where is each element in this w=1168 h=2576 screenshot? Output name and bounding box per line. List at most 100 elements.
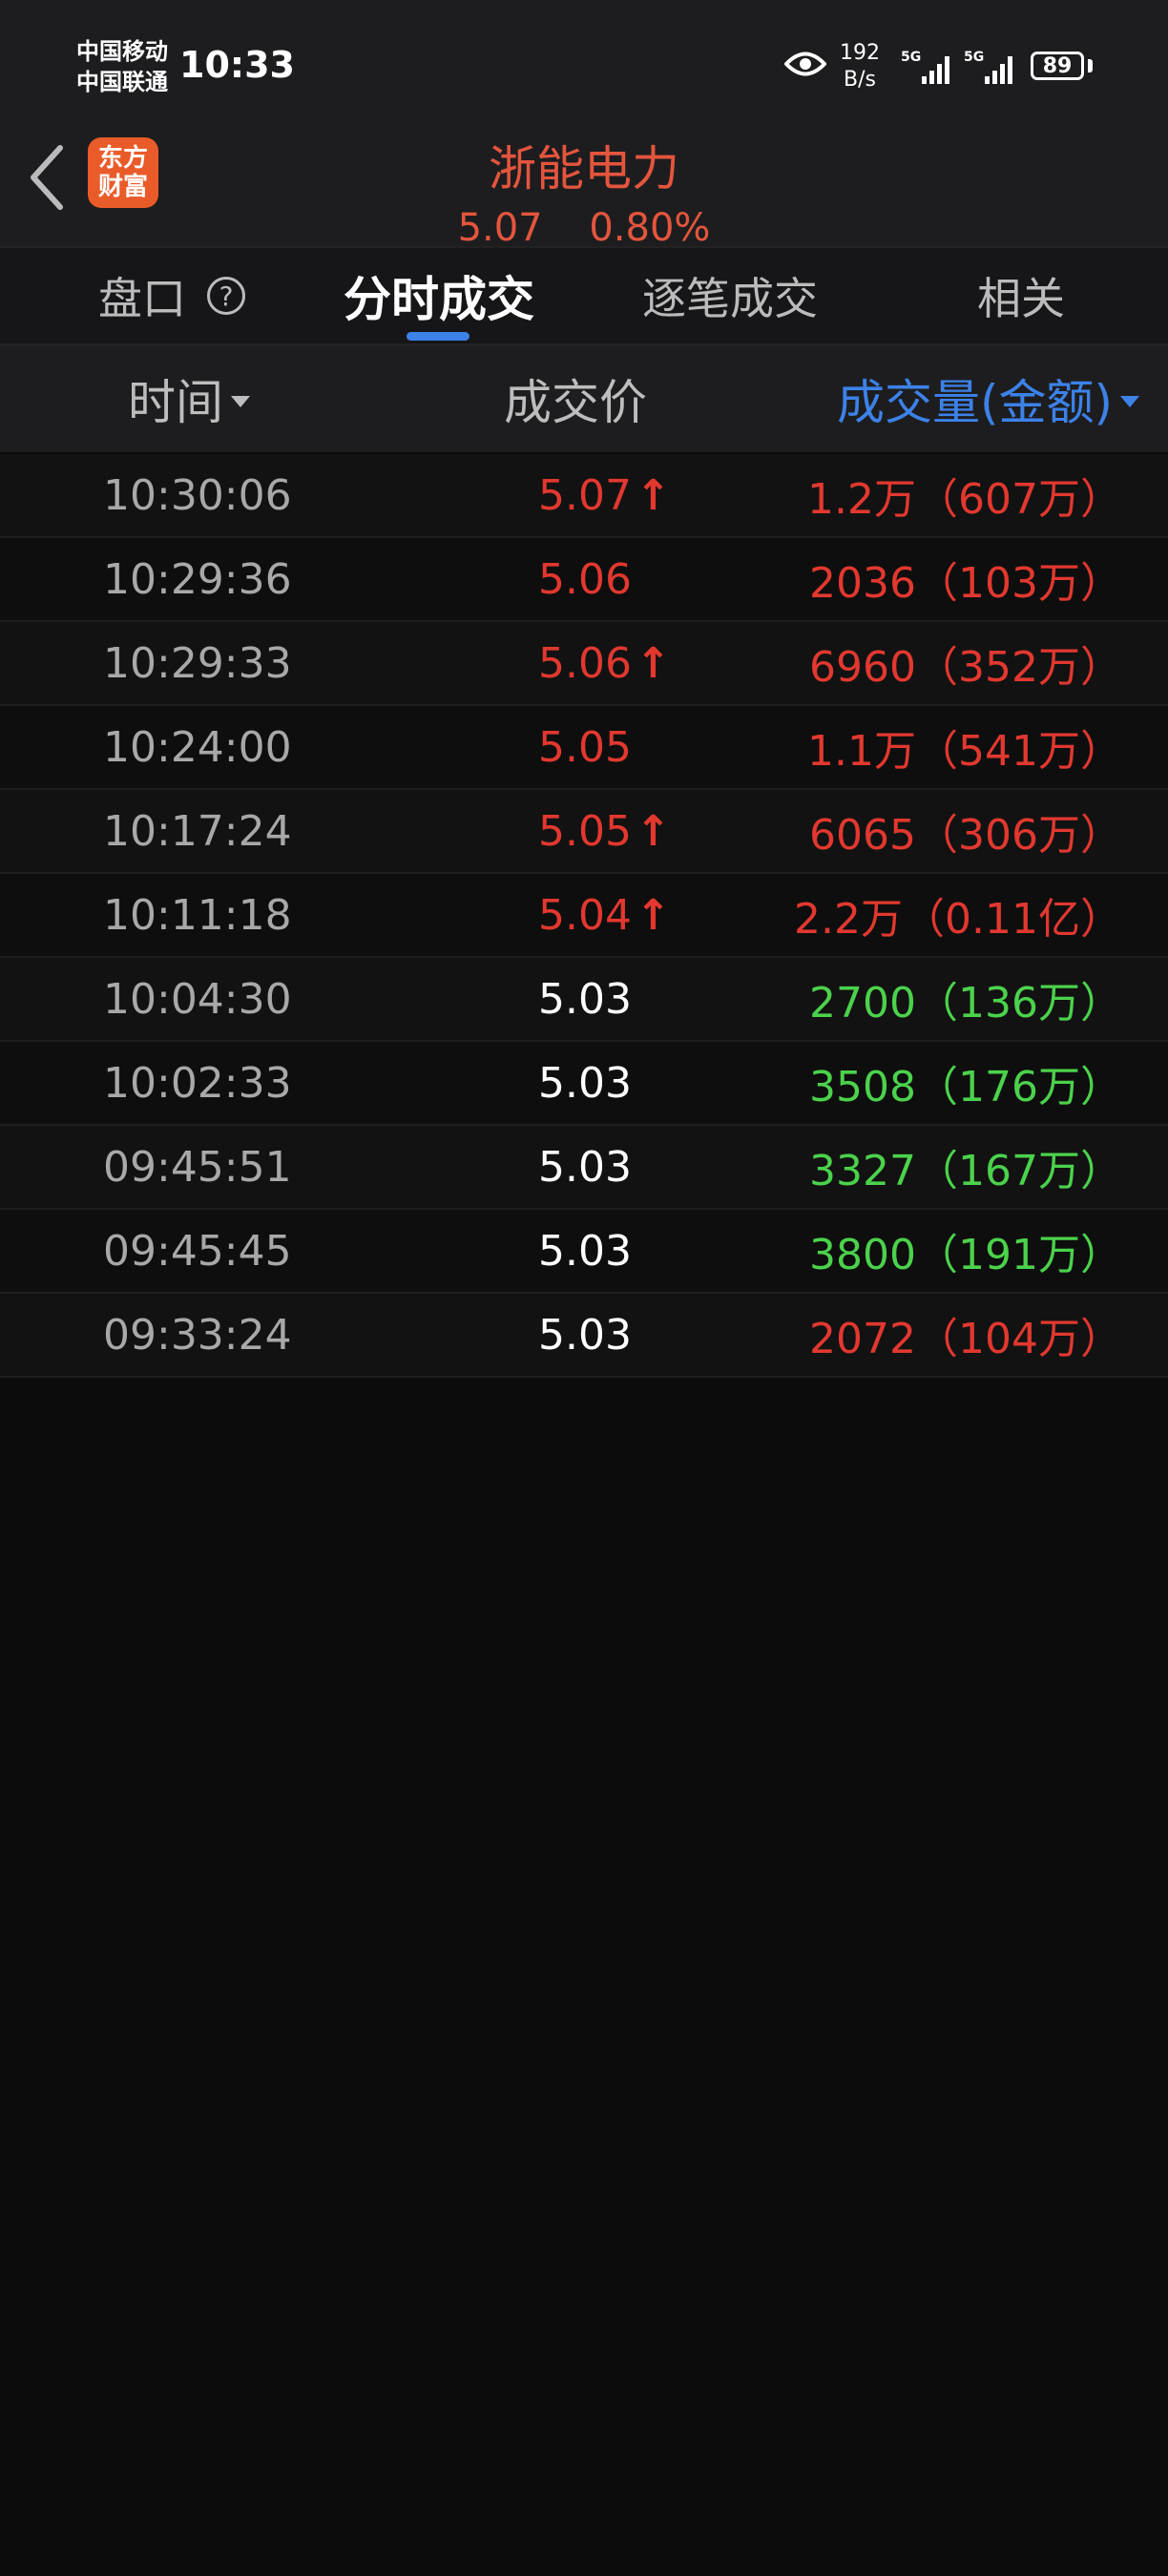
trade-price-value: 5.04: [538, 890, 632, 940]
column-time[interactable]: 时间: [128, 345, 250, 452]
battery-tip: [1088, 59, 1093, 73]
up-arrow-icon: ↑: [635, 638, 671, 688]
trade-time: 10:24:00: [103, 722, 292, 772]
column-volume-label: 成交量(金额): [836, 375, 1113, 430]
trade-time: 10:04:30: [103, 974, 292, 1024]
signal-5g-icon: 5G: [901, 50, 949, 84]
table-row[interactable]: 10:17:24 5.05 ↑ 6065（306万）: [0, 790, 1168, 874]
tab-bar: 盘口 ? 分时成交 逐笔成交 相关: [0, 246, 1168, 345]
trade-volume: 2.2万（0.11亿）: [794, 895, 1122, 944]
table-row[interactable]: 10:11:18 5.04 ↑ 2.2万（0.11亿）: [0, 874, 1168, 958]
battery-icon: 89: [1031, 52, 1084, 80]
table-row[interactable]: 10:24:00 5.05 1.1万（541万）: [0, 706, 1168, 790]
trade-price-value: 5.03: [538, 1142, 632, 1192]
tab-pankou[interactable]: 盘口 ?: [57, 248, 286, 343]
carrier-1: 中国移动: [76, 38, 168, 65]
trade-price-value: 5.03: [538, 1058, 632, 1108]
trade-price-value: 5.05: [538, 722, 632, 772]
app-screen: 中国移动 中国联通 10:33 192 B/s 5G 5G 89 浙能电力 5.…: [0, 0, 1168, 2576]
column-volume[interactable]: 成交量(金额): [837, 345, 1139, 452]
trade-price: 5.03: [538, 1210, 632, 1292]
sort-caret-icon: [1120, 396, 1139, 407]
up-arrow-icon: ↑: [635, 470, 671, 520]
trade-time: 10:17:24: [103, 806, 292, 856]
trade-price-value: 5.06: [538, 638, 632, 688]
column-time-label: 时间: [128, 375, 223, 430]
table-row[interactable]: 10:29:36 5.06 2036（103万）: [0, 538, 1168, 622]
tab-label: 分时成交: [344, 272, 534, 327]
battery-level: 89: [1042, 53, 1073, 78]
table-row[interactable]: 10:29:33 5.06 ↑ 6960（352万）: [0, 622, 1168, 706]
chevron-left-icon: [31, 145, 63, 210]
trade-volume: 1.2万（607万）: [807, 475, 1122, 524]
trade-price-value: 5.03: [538, 974, 632, 1024]
trade-price: 5.04 ↑: [538, 874, 671, 956]
sig1-label: 5G: [901, 50, 921, 65]
eye-icon: [784, 52, 826, 76]
status-time: 10:33: [179, 44, 295, 86]
up-arrow-icon: ↑: [635, 890, 671, 940]
tab-label: 盘口: [98, 273, 186, 324]
sort-caret-icon: [231, 396, 250, 407]
trade-volume: 3508（176万）: [809, 1063, 1122, 1111]
trade-price-value: 5.03: [538, 1226, 632, 1276]
trade-time: 09:45:45: [103, 1226, 292, 1276]
back-button[interactable]: [23, 139, 71, 216]
trade-list: 10:30:06 5.07 ↑ 1.2万（607万） 10:29:36 5.06 2036（…: [0, 454, 1168, 1378]
trade-time: 10:11:18: [103, 890, 292, 940]
tab-label: 相关: [977, 273, 1065, 324]
active-tab-indicator: [407, 332, 469, 341]
trade-price: 5.03: [538, 1126, 632, 1208]
carrier-2: 中国联通: [76, 69, 168, 95]
trade-price: 5.06 ↑: [538, 622, 671, 704]
logo-line-2: 财富: [97, 173, 148, 201]
help-icon[interactable]: ?: [207, 277, 245, 315]
table-row[interactable]: 09:45:45 5.03 3800（191万）: [0, 1210, 1168, 1294]
trade-price: 5.03: [538, 1294, 632, 1376]
tab-fenshi-chengjiao[interactable]: 分时成交: [324, 248, 553, 343]
trade-time: 10:29:33: [103, 638, 292, 688]
trade-volume: 2036（103万）: [809, 559, 1122, 608]
up-arrow-icon: ↑: [635, 806, 671, 856]
table-row[interactable]: 09:33:24 5.03 2072（104万）: [0, 1294, 1168, 1378]
trade-price: 5.05 ↑: [538, 790, 671, 872]
table-row[interactable]: 10:04:30 5.03 2700（136万）: [0, 958, 1168, 1042]
network-speed: 192 B/s: [840, 40, 880, 93]
trade-price: 5.03: [538, 1042, 632, 1124]
trade-price: 5.07 ↑: [538, 454, 671, 536]
trade-time: 09:33:24: [103, 1310, 292, 1360]
trade-price: 5.05: [538, 706, 632, 788]
table-header: 时间 成交价 成交量(金额): [0, 345, 1168, 452]
trade-volume: 6960（352万）: [809, 643, 1122, 692]
net-speed-value: 192: [840, 41, 880, 65]
trade-volume: 3800（191万）: [809, 1231, 1122, 1279]
carrier-info: 中国移动 中国联通: [76, 36, 168, 97]
trade-price-value: 5.07: [538, 470, 632, 520]
status-bar: 中国移动 中国联通 10:33 192 B/s 5G 5G 89: [0, 0, 1168, 114]
trade-time: 10:30:06: [103, 470, 292, 520]
trade-price: 5.06: [538, 538, 632, 620]
app-logo[interactable]: 东方 财富: [88, 137, 158, 208]
table-row[interactable]: 10:02:33 5.03 3508（176万）: [0, 1042, 1168, 1126]
signal-5g-icon-2: 5G: [964, 50, 1012, 84]
stock-header: 浙能电力 5.07 0.80% 东方 财富: [0, 114, 1168, 250]
net-speed-unit: B/s: [844, 68, 876, 92]
trade-volume: 2700（136万）: [809, 979, 1122, 1028]
trade-price-value: 5.03: [538, 1310, 632, 1360]
trade-price: 5.03: [538, 958, 632, 1040]
trade-volume: 6065（306万）: [809, 811, 1122, 860]
table-row[interactable]: 10:30:06 5.07 ↑ 1.2万（607万）: [0, 454, 1168, 538]
trade-time: 09:45:51: [103, 1142, 292, 1192]
trade-price-value: 5.05: [538, 806, 632, 856]
tab-zhubi-chengjiao[interactable]: 逐笔成交: [611, 248, 849, 343]
tab-xiangguan[interactable]: 相关: [935, 248, 1107, 343]
trade-volume: 2072（104万）: [809, 1315, 1122, 1363]
table-row[interactable]: 09:45:51 5.03 3327（167万）: [0, 1126, 1168, 1210]
column-price[interactable]: 成交价: [504, 345, 647, 452]
logo-line-1: 东方: [97, 144, 148, 173]
trade-time: 10:02:33: [103, 1058, 292, 1108]
column-price-label: 成交价: [504, 375, 647, 430]
trade-time: 10:29:36: [103, 554, 292, 604]
tab-label: 逐笔成交: [642, 273, 818, 324]
trade-price-value: 5.06: [538, 554, 632, 604]
